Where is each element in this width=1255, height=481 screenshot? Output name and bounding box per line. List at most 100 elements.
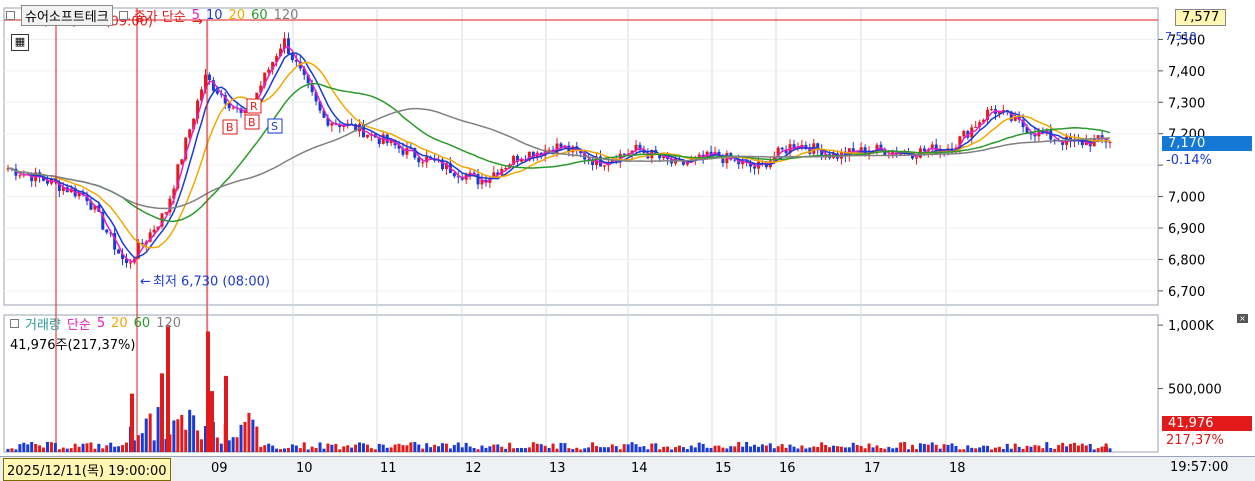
volume-bar [57, 449, 61, 452]
volume-bar [685, 449, 689, 452]
volume-bar [49, 442, 53, 452]
table-icon[interactable]: ▦ [11, 34, 29, 51]
volume-bar [531, 442, 535, 452]
volume-bar [792, 446, 796, 452]
volume-bar [1096, 448, 1100, 452]
volume-bar [926, 444, 930, 452]
volume-pct: 217,37% [1166, 433, 1224, 448]
price-tick-label: 6,800 [1168, 253, 1205, 268]
volume-bar [326, 443, 330, 452]
x-date-label: 12 [465, 461, 482, 476]
volume-bar [610, 444, 614, 452]
volume-bar [484, 447, 488, 452]
volume-bar [650, 443, 654, 452]
volume-bar [85, 443, 89, 452]
volume-bar [606, 447, 610, 452]
volume-bar [124, 442, 128, 452]
volume-bar [1053, 448, 1057, 452]
volume-bar [350, 447, 354, 452]
volume-bar [804, 448, 808, 452]
volume-bar [1065, 446, 1069, 452]
volume-bar [504, 448, 508, 452]
volume-bar [381, 444, 385, 452]
current-price-tag: 7,170 [1162, 136, 1252, 151]
volume-bar [365, 444, 369, 452]
volume-bar [500, 446, 504, 452]
volume-bar [354, 444, 358, 452]
volume-bar [1021, 448, 1025, 452]
volume-legend-label: 거래량 [25, 318, 61, 333]
volume-bar [421, 448, 425, 452]
volume-bar [492, 444, 496, 452]
candle-body [753, 166, 757, 169]
volume-bar [310, 446, 314, 452]
volume-bar [689, 445, 693, 452]
volume-bar [188, 409, 192, 452]
volume-bar [1076, 445, 1080, 452]
volume-bar [97, 443, 101, 452]
volume-bar [373, 449, 377, 452]
volume-bar [681, 447, 685, 452]
volume-bar [745, 441, 749, 452]
volume-bar [10, 448, 14, 452]
volume-bar [539, 444, 543, 452]
volume-bar [488, 446, 492, 452]
volume-bar [563, 443, 567, 452]
volume-bar [543, 445, 547, 452]
price-tick-label: 6,700 [1168, 285, 1205, 300]
small-price-label: 7,510 [1165, 30, 1197, 43]
volume-bar [117, 446, 121, 452]
volume-bar [73, 443, 77, 452]
candle-body [152, 229, 156, 233]
volume-bar [397, 443, 401, 452]
x-date-label: 10 [296, 461, 313, 476]
candle-body [914, 157, 918, 159]
volume-bar [34, 443, 38, 452]
volume-bar [788, 444, 792, 452]
volume-bar [279, 449, 283, 452]
volume-bar [954, 446, 958, 452]
volume-bar [875, 445, 879, 452]
stock-name[interactable]: 슈어소프트테크 [21, 5, 113, 26]
volume-bar [286, 447, 290, 452]
volume-bar [468, 446, 472, 452]
volume-toggle-icon[interactable] [10, 319, 19, 328]
volume-bar [527, 447, 531, 452]
x-date-label: 15 [715, 461, 732, 476]
volume-bar [555, 448, 559, 452]
volume-bar [413, 442, 417, 452]
chart-canvas[interactable]: 6,7006,8006,9007,0007,2007,3007,4007,500… [0, 0, 1255, 456]
stock-chart[interactable]: 6,7006,8006,9007,0007,2007,3007,4007,500… [0, 0, 1255, 481]
pane-toggle-icon[interactable] [6, 11, 15, 20]
volume-bar [614, 446, 618, 452]
volume-bar [891, 448, 895, 452]
volume-bar [978, 447, 982, 452]
volume-bar [535, 443, 539, 452]
signal-label: B [226, 121, 234, 134]
volume-bar [508, 442, 512, 452]
volume-bar [429, 447, 433, 452]
volume-bar [200, 439, 204, 452]
volume-bar [121, 445, 125, 452]
volume-bar [760, 444, 764, 452]
volume-bar [440, 443, 444, 452]
volume-bar [567, 448, 571, 452]
vol-ma120-legend: 120 [156, 316, 182, 331]
volume-bar [587, 447, 591, 452]
volume-bar [749, 446, 753, 452]
volume-bar [456, 442, 460, 452]
volume-bar [215, 437, 219, 452]
volume-bar [1072, 442, 1076, 452]
indicator-toggle-icon[interactable] [118, 11, 128, 20]
volume-bar [930, 442, 934, 452]
signal-label: R [250, 100, 258, 113]
close-pane-icon[interactable]: × [1237, 314, 1248, 323]
volume-bar [22, 442, 26, 452]
volume-bar [784, 447, 788, 452]
cursor-time-label: 2025/12/11(목) 19:00:00 [3, 458, 171, 481]
candle-body [286, 38, 290, 54]
volume-bar [1005, 443, 1009, 452]
volume-bar [65, 448, 69, 452]
volume-bar [1049, 447, 1053, 452]
volume-bar [1088, 443, 1092, 452]
